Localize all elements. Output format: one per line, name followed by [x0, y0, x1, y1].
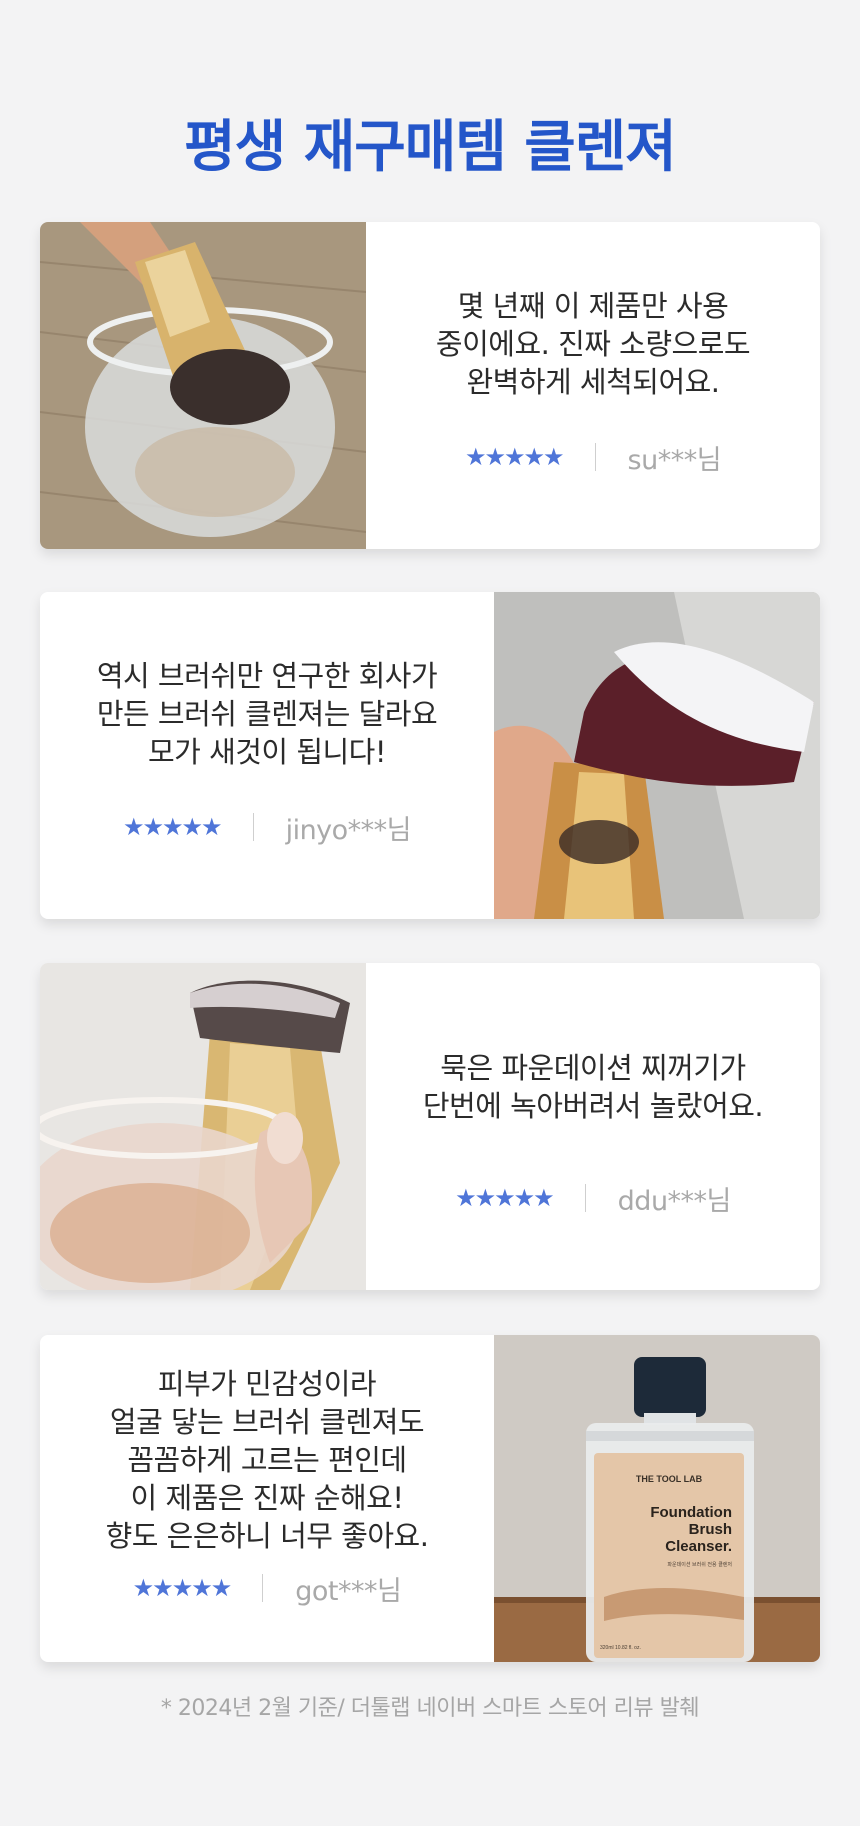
reviewer-name: ddu***님 [617, 1185, 732, 1217]
bottle-name-line2: Brush [689, 1521, 732, 1538]
review-text: 몇 년째 이 제품만 사용 중이에요. 진짜 소량으로도 완벽하게 세척되어요. [435, 289, 751, 399]
reviewer-name: su***님 [627, 444, 722, 476]
review-meta: ★★★★★ su***님 [366, 440, 820, 476]
star-rating: ★★★★★ [455, 1184, 555, 1212]
brush-in-cup-photo [40, 222, 366, 549]
review-text: 묵은 파운데이션 찌꺼기가 단번에 녹아버려서 놀랐어요. [422, 1051, 764, 1123]
review-meta: ★★★★★ jinyo***님 [40, 810, 494, 846]
divider [262, 1574, 264, 1602]
review-card: 묵은 파운데이션 찌꺼기가 단번에 녹아버려서 놀랐어요. ★★★★★ ddu*… [40, 963, 820, 1290]
bottle-name-line1: Foundation [650, 1504, 732, 1521]
review-meta: ★★★★★ got***님 [40, 1571, 494, 1607]
bottle-brand-text: THE TOOL LAB [636, 1474, 703, 1484]
bottle-volume: 320ml 10.82 fl. oz. [600, 1645, 641, 1651]
review-card: 몇 년째 이 제품만 사용 중이에요. 진짜 소량으로도 완벽하게 세척되어요.… [40, 222, 820, 549]
page-title: 평생 재구매템 클렌져 [184, 115, 677, 180]
brush-and-cup-photo [40, 963, 366, 1290]
review-text: 역시 브러쉬만 연구한 회사가 만든 브러쉬 클렌져는 달라요 모가 새것이 됩… [96, 659, 438, 769]
divider [594, 443, 596, 471]
reviewer-name: got***님 [295, 1575, 402, 1607]
review-text-area: 역시 브러쉬만 연구한 회사가 만든 브러쉬 클렌져는 달라요 모가 새것이 됩… [40, 592, 494, 919]
bottle-subtitle: 파운데이션 브러쉬 전용 클렌저 [667, 1561, 732, 1568]
review-card: 역시 브러쉬만 연구한 회사가 만든 브러쉬 클렌져는 달라요 모가 새것이 됩… [40, 592, 820, 919]
divider [252, 813, 254, 841]
review-meta: ★★★★★ ddu***님 [366, 1181, 820, 1217]
star-rating: ★★★★★ [464, 443, 565, 471]
review-text-area: 피부가 민감성이라 얼굴 닿는 브러쉬 클렌져도 꼼꼼하게 고르는 편인데 이 … [40, 1335, 494, 1662]
review-card: 피부가 민감성이라 얼굴 닿는 브러쉬 클렌져도 꼼꼼하게 고르는 편인데 이 … [40, 1335, 820, 1662]
divider [584, 1184, 586, 1212]
bottle-name-line3: Cleanser. [665, 1538, 732, 1555]
star-rating: ★★★★★ [132, 1574, 233, 1602]
clean-brush-photo [494, 592, 820, 919]
footnote: * 2024년 2월 기준/ 더툴랩 네이버 스마트 스토어 리뷰 발췌 [160, 1696, 700, 1721]
star-rating: ★★★★★ [122, 813, 223, 841]
review-text-area: 묵은 파운데이션 찌꺼기가 단번에 녹아버려서 놀랐어요. ★★★★★ ddu*… [366, 963, 820, 1290]
review-text-area: 몇 년째 이 제품만 사용 중이에요. 진짜 소량으로도 완벽하게 세척되어요.… [366, 222, 820, 549]
reviewer-name: jinyo***님 [285, 814, 412, 846]
review-text: 피부가 민감성이라 얼굴 닿는 브러쉬 클렌져도 꼼꼼하게 고르는 편인데 이 … [105, 1367, 429, 1553]
product-bottle-photo: THE TOOL LAB Foundation Brush Cleanser. … [494, 1335, 820, 1662]
